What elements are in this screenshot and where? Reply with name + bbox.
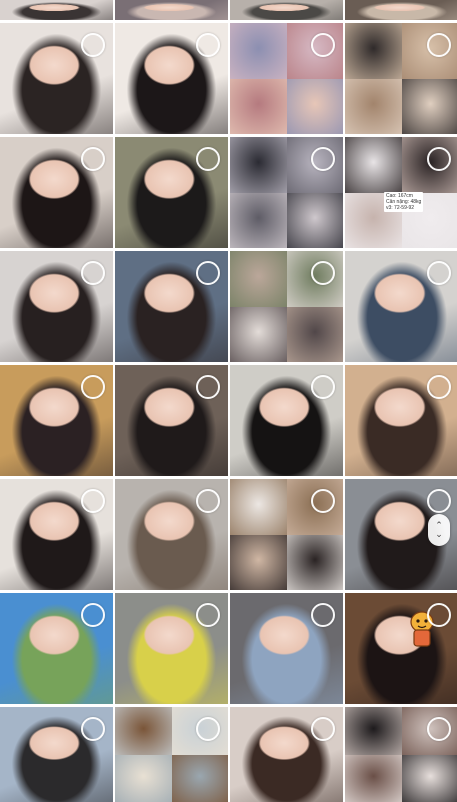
photo-thumbnail[interactable] <box>115 707 228 802</box>
select-circle-checkbox[interactable] <box>311 261 335 285</box>
collage-image <box>287 535 344 591</box>
select-circle-checkbox[interactable] <box>427 717 451 741</box>
select-circle-checkbox[interactable] <box>427 375 451 399</box>
photo-thumbnail[interactable] <box>0 0 113 20</box>
select-circle-checkbox[interactable] <box>311 717 335 741</box>
photo-thumbnail[interactable] <box>230 365 343 476</box>
photo-thumbnail[interactable] <box>230 707 343 802</box>
select-circle-checkbox[interactable] <box>81 33 105 57</box>
photo-thumbnail[interactable] <box>0 707 113 802</box>
select-circle-checkbox[interactable] <box>81 717 105 741</box>
collage-image <box>287 307 344 363</box>
collage-image <box>402 755 457 802</box>
photo-thumbnail[interactable] <box>345 707 457 802</box>
photo-thumbnail[interactable] <box>0 593 113 704</box>
collage-image <box>115 707 172 755</box>
photo-image <box>345 0 457 20</box>
select-circle-checkbox[interactable] <box>196 147 220 171</box>
select-circle-checkbox[interactable] <box>81 261 105 285</box>
photo-thumbnail[interactable] <box>345 365 457 476</box>
photo-thumbnail[interactable] <box>230 0 343 20</box>
collage-image <box>287 79 344 135</box>
collage-image <box>230 79 287 135</box>
photo-thumbnail[interactable] <box>115 365 228 476</box>
photo-thumbnail[interactable] <box>230 137 343 248</box>
select-circle-checkbox[interactable] <box>311 375 335 399</box>
select-circle-checkbox[interactable] <box>81 147 105 171</box>
photo-thumbnail[interactable] <box>345 0 457 20</box>
collage-image <box>230 193 287 249</box>
photo-caption-note: Cao: 167cm Cân nặng: 48kg v3: 72-59-92 <box>384 192 423 212</box>
select-circle-checkbox[interactable] <box>196 261 220 285</box>
photo-grid: Cao: 167cm Cân nặng: 48kg v3: 72-59-92 <box>0 0 457 800</box>
photo-thumbnail[interactable] <box>115 23 228 134</box>
collage-image <box>230 23 287 79</box>
collage-image <box>230 535 287 591</box>
collage-image <box>345 137 402 193</box>
photo-thumbnail[interactable] <box>230 251 343 362</box>
collage-image <box>345 23 402 79</box>
collage-image <box>172 755 229 802</box>
photo-thumbnail[interactable] <box>0 137 113 248</box>
photo-thumbnail[interactable]: Cao: 167cm Cân nặng: 48kg v3: 72-59-92 <box>345 137 457 248</box>
photo-thumbnail[interactable] <box>115 251 228 362</box>
photo-thumbnail[interactable] <box>230 593 343 704</box>
photo-thumbnail[interactable] <box>0 23 113 134</box>
select-circle-checkbox[interactable] <box>311 603 335 627</box>
collage-image <box>230 479 287 535</box>
photo-thumbnail[interactable] <box>115 0 228 20</box>
collage-image <box>345 79 402 135</box>
photo-image <box>0 0 113 20</box>
collage-image <box>230 307 287 363</box>
select-circle-checkbox[interactable] <box>427 603 451 627</box>
photo-thumbnail[interactable] <box>115 137 228 248</box>
select-circle-checkbox[interactable] <box>196 717 220 741</box>
select-circle-checkbox[interactable] <box>196 33 220 57</box>
select-circle-checkbox[interactable] <box>81 603 105 627</box>
collage-image <box>287 193 344 249</box>
select-circle-checkbox[interactable] <box>311 489 335 513</box>
photo-thumbnail[interactable] <box>115 593 228 704</box>
photo-thumbnail[interactable] <box>230 23 343 134</box>
select-circle-checkbox[interactable] <box>427 261 451 285</box>
collage-image <box>115 755 172 802</box>
collage-image <box>230 137 287 193</box>
photo-thumbnail[interactable] <box>345 251 457 362</box>
photo-thumbnail[interactable] <box>0 479 113 590</box>
photo-thumbnail[interactable] <box>115 479 228 590</box>
select-circle-checkbox[interactable] <box>427 33 451 57</box>
chevron-down-icon: ⌄ <box>435 530 443 539</box>
select-circle-checkbox[interactable] <box>427 489 451 513</box>
photo-thumbnail[interactable] <box>345 593 457 704</box>
photo-thumbnail[interactable] <box>230 479 343 590</box>
select-circle-checkbox[interactable] <box>311 33 335 57</box>
select-circle-checkbox[interactable] <box>311 147 335 171</box>
select-circle-checkbox[interactable] <box>81 375 105 399</box>
photo-thumbnail[interactable] <box>345 23 457 134</box>
photo-thumbnail[interactable] <box>0 365 113 476</box>
collage-image <box>345 755 402 802</box>
collage-image <box>402 79 457 135</box>
select-circle-checkbox[interactable] <box>196 489 220 513</box>
photo-image <box>115 0 228 20</box>
fast-scroll-handle[interactable]: ⌃ ⌄ <box>428 514 450 546</box>
select-circle-checkbox[interactable] <box>196 603 220 627</box>
photo-image <box>230 0 343 20</box>
collage-image <box>230 251 287 307</box>
select-circle-checkbox[interactable] <box>427 147 451 171</box>
select-circle-checkbox[interactable] <box>81 489 105 513</box>
photo-thumbnail[interactable] <box>0 251 113 362</box>
select-circle-checkbox[interactable] <box>196 375 220 399</box>
collage-image <box>345 707 402 755</box>
